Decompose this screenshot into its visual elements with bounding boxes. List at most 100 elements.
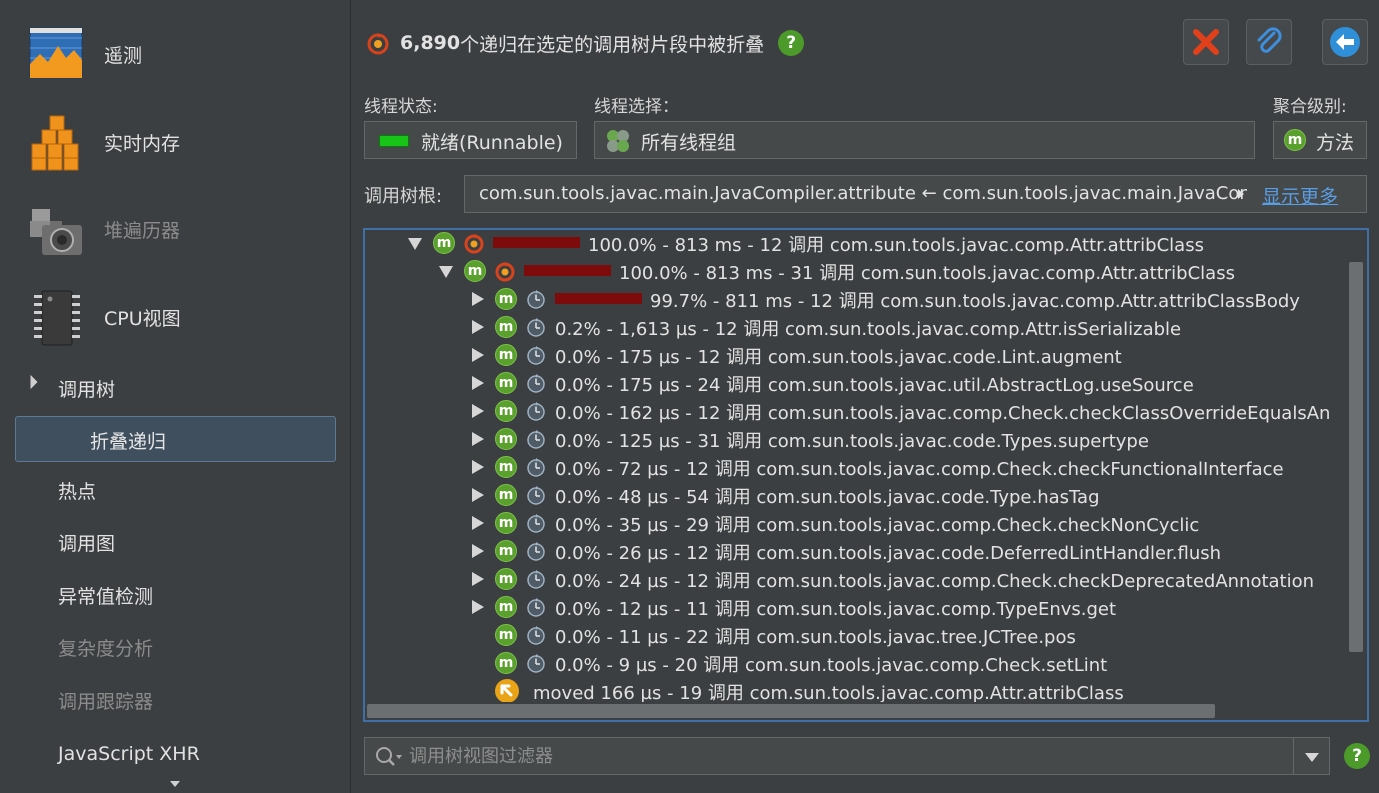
percentage-bar (555, 293, 642, 304)
collapsed-toggle-icon[interactable] (469, 375, 485, 391)
collapsed-toggle-icon[interactable] (469, 291, 485, 307)
call-tree-root-value: com.sun.tools.javac.main.JavaCompiler.at… (479, 183, 1247, 204)
nav-cpu-views-label: CPU视图 (104, 307, 181, 330)
tree-row[interactable]: m 0.0% - 72 µs - 12 调用 com.sun.tools.java… (365, 453, 1349, 481)
tree-row-text: 0.2% - 1,613 µs - 12 调用 com.sun.tools.ja… (555, 319, 1182, 340)
nav-section-call-tree-label: 调用树 (58, 378, 116, 401)
collapsed-toggle-icon[interactable] (469, 599, 485, 615)
collapsed-toggle-icon[interactable] (469, 515, 485, 531)
clock-icon (527, 374, 545, 393)
nav-item-call-tracer[interactable]: 调用跟踪器 (58, 687, 153, 717)
tree-row-text: 0.0% - 162 µs - 12 调用 com.sun.tools.java… (555, 403, 1331, 424)
collapsed-toggle-icon[interactable] (469, 543, 485, 559)
call-tree-root-field[interactable]: com.sun.tools.javac.main.JavaCompiler.at… (464, 175, 1367, 213)
collapsed-toggle-icon[interactable] (469, 487, 485, 503)
tree-row[interactable]: m 0.0% - 175 µs - 24 调用 com.sun.tools.jav… (365, 369, 1349, 397)
tree-row-text: 0.0% - 12 µs - 11 调用 com.sun.tools.javac… (555, 599, 1117, 620)
header-title: 6,890 个递归在选定的调用树片段中被折叠 ? (366, 28, 805, 58)
method-icon: m (495, 316, 517, 338)
method-icon: m (464, 260, 486, 282)
show-more-link[interactable]: 显示更多 (1262, 182, 1338, 209)
method-icon: m (433, 232, 455, 254)
tree-row-text: 99.7% - 811 ms - 12 调用 com.sun.tools.jav… (650, 291, 1300, 312)
thread-select-value: 所有线程组 (641, 132, 737, 154)
collapsed-toggle-icon[interactable] (469, 571, 485, 587)
tree-row[interactable]: m 100.0% - 813 ms - 12 调用 com.sun.tools.j… (365, 230, 1349, 257)
tree-row[interactable]: m 0.0% - 12 µs - 11 调用 com.sun.tools.java… (365, 593, 1349, 621)
clock-icon (527, 570, 545, 589)
tree-row-text: 0.0% - 72 µs - 12 调用 com.sun.tools.javac… (555, 459, 1284, 480)
collapsed-toggle-icon[interactable] (469, 431, 485, 447)
clock-icon (527, 514, 545, 533)
tree-row-text: 0.0% - 35 µs - 29 调用 com.sun.tools.javac… (555, 515, 1200, 536)
paperclip-icon (1257, 27, 1282, 53)
tree-row-text: 0.0% - 11 µs - 22 调用 com.sun.tools.javac… (555, 627, 1076, 648)
attach-button[interactable] (1246, 19, 1292, 65)
method-icon: m (495, 568, 517, 590)
nav-section-call-tree[interactable]: 调用树 (0, 366, 351, 410)
search-icon[interactable] (375, 746, 403, 768)
thread-select-label: 线程选择： (594, 97, 679, 117)
tree-row[interactable]: m 0.0% - 26 µs - 12 调用 com.sun.tools.java… (365, 537, 1349, 565)
view-filter-input[interactable] (409, 744, 1279, 768)
thread-state-combo[interactable]: 就绪(Runnable) (364, 121, 577, 159)
tree-row-text: 0.0% - 9 µs - 20 调用 com.sun.tools.javac.… (555, 655, 1108, 676)
collapsed-toggle-icon[interactable] (469, 319, 485, 335)
nav-cpu-views[interactable]: CPU视图 (0, 277, 351, 357)
thread-state-label: 线程状态: (364, 97, 438, 117)
tree-row[interactable]: m 0.0% - 125 µs - 31 调用 com.sun.tools.jav… (365, 425, 1349, 453)
help-icon[interactable]: ? (778, 30, 805, 56)
nav-item-call-graph[interactable]: 调用图 (58, 529, 115, 559)
close-button[interactable] (1183, 19, 1229, 65)
nav-item-collapsed-recursion[interactable]: 折叠递归 (15, 416, 336, 462)
scroll-down-arrow-icon[interactable] (170, 781, 180, 787)
tree-row[interactable]: m 0.0% - 175 µs - 12 调用 com.sun.tools.jav… (365, 341, 1349, 369)
cpu-chip-icon (34, 290, 80, 346)
collapsed-toggle-icon[interactable] (469, 347, 485, 363)
telemetry-chart-icon (29, 27, 83, 79)
tree-row[interactable]: m 0.0% - 35 µs - 29 调用 com.sun.tools.java… (365, 509, 1349, 537)
nav-heap-walker[interactable]: 堆遍历器 (0, 189, 351, 269)
nav-item-javascript-xhr[interactable]: JavaScript XHR (58, 739, 200, 769)
thread-select-combo[interactable]: 所有线程组 (594, 121, 1255, 159)
nav-item-outlier-detection[interactable]: 异常值检测 (58, 582, 153, 612)
overflow-arrow-icon (1238, 189, 1244, 199)
nav-item-hot-spots[interactable]: 热点 (58, 477, 96, 507)
filter-history-dropdown[interactable] (1293, 738, 1329, 774)
clock-icon (527, 458, 545, 477)
recursion-icon (367, 33, 389, 55)
tree-row[interactable]: m 0.0% - 48 µs - 54 调用 com.sun.tools.java… (365, 481, 1349, 509)
tree-row[interactable]: m 0.0% - 24 µs - 12 调用 com.sun.tools.java… (365, 565, 1349, 593)
red-x-icon (1193, 29, 1219, 55)
tree-row[interactable]: m 0.0% - 162 µs - 12 调用 com.sun.tools.jav… (365, 397, 1349, 425)
method-icon: m (495, 344, 517, 366)
nav-live-memory[interactable]: 实时内存 (0, 102, 351, 182)
tree-row[interactable]: m 100.0% - 813 ms - 31 调用 com.sun.tools.j… (365, 257, 1349, 285)
collapsed-toggle-icon[interactable] (469, 459, 485, 475)
tree-row[interactable]: m 0.2% - 1,613 µs - 12 调用 com.sun.tools.j… (365, 313, 1349, 341)
expanded-toggle-icon[interactable] (438, 263, 454, 279)
call-tree-view[interactable]: m 100.0% - 813 ms - 12 调用 com.sun.tools.j… (363, 228, 1369, 722)
tree-row-text: 0.0% - 175 µs - 24 调用 com.sun.tools.java… (555, 375, 1194, 396)
horizontal-scroll-thumb[interactable] (367, 704, 1215, 718)
filter-help-icon[interactable]: ? (1344, 743, 1370, 769)
tree-row[interactable]: moved 166 µs - 19 调用 com.sun.tools.javac… (365, 677, 1349, 705)
expanded-toggle-icon[interactable] (407, 235, 423, 251)
tree-row-text: 100.0% - 813 ms - 12 调用 com.sun.tools.ja… (588, 235, 1204, 256)
tree-row-text: 100.0% - 813 ms - 31 调用 com.sun.tools.ja… (619, 263, 1235, 284)
view-filter-box[interactable] (364, 737, 1330, 775)
method-icon: m (495, 428, 517, 450)
method-icon: m (1284, 129, 1306, 151)
aggregation-combo[interactable]: m 方法 (1273, 121, 1367, 159)
clock-icon (527, 654, 545, 673)
tree-row[interactable]: m 0.0% - 9 µs - 20 调用 com.sun.tools.javac… (365, 649, 1349, 677)
nav-telemetry[interactable]: 遥测 (0, 14, 351, 94)
vertical-scroll-thumb[interactable] (1349, 262, 1363, 652)
method-icon: m (495, 540, 517, 562)
collapsed-toggle-icon[interactable] (469, 403, 485, 419)
nav-item-complexity-analysis[interactable]: 复杂度分析 (58, 634, 153, 664)
tree-row-text: 0.0% - 48 µs - 54 调用 com.sun.tools.javac… (555, 487, 1100, 508)
tree-row[interactable]: m 0.0% - 11 µs - 22 调用 com.sun.tools.java… (365, 621, 1349, 649)
back-button[interactable] (1322, 19, 1368, 65)
tree-row[interactable]: m 99.7% - 811 ms - 12 调用 com.sun.tools.ja… (365, 285, 1349, 313)
